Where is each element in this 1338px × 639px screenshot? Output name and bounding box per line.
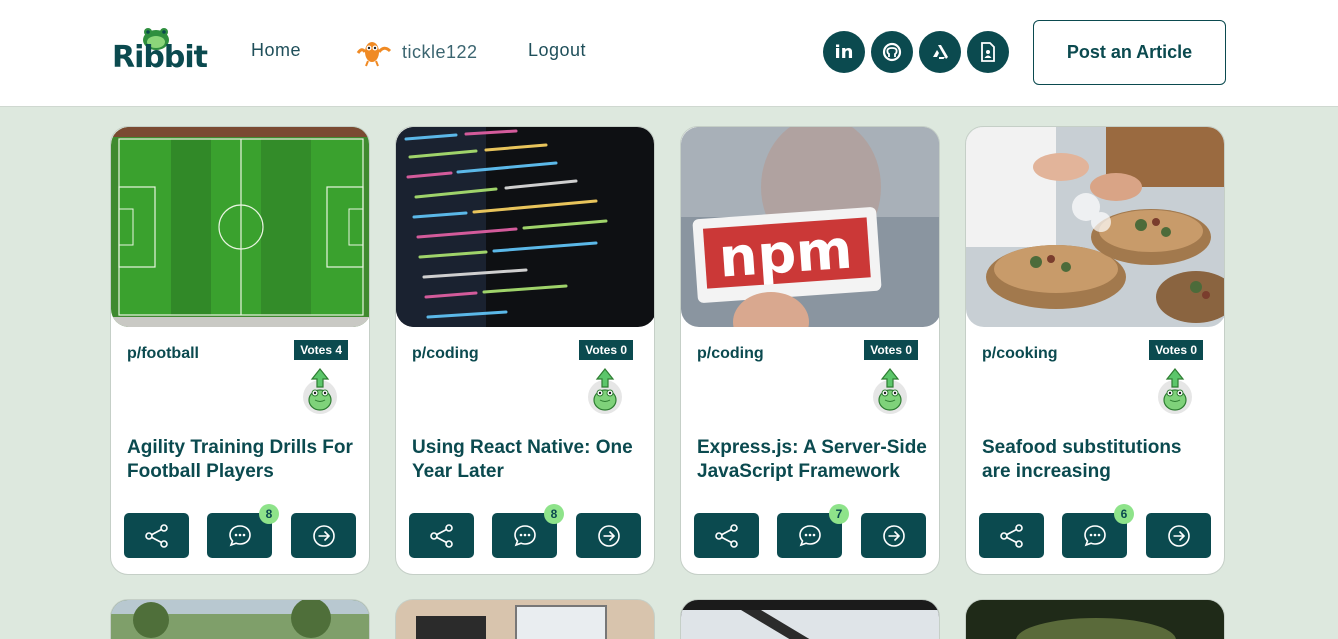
article-card: p/coding Votes 0 Using React Native: One… xyxy=(395,126,655,575)
football-pitch-image xyxy=(111,127,369,327)
artstation-icon xyxy=(933,45,948,59)
vote-count-badge: Votes 0 xyxy=(579,340,633,360)
article-image xyxy=(396,600,654,639)
artstation-button[interactable] xyxy=(919,31,961,73)
code-screen-image xyxy=(396,127,654,327)
share-button[interactable] xyxy=(124,513,189,558)
article-title[interactable]: Agility Training Drills For Football Pla… xyxy=(127,436,359,484)
open-article-button[interactable] xyxy=(576,513,641,558)
article-card-partial[interactable] xyxy=(680,599,940,639)
comment-count-badge: 8 xyxy=(259,504,279,524)
article-card: npm p/coding Votes 0 Express.js: A Serve… xyxy=(680,126,940,575)
frog-upvote-icon[interactable] xyxy=(1155,367,1195,415)
comments-button[interactable]: 8 xyxy=(207,504,279,558)
linkedin-icon: in xyxy=(834,41,854,63)
comments-button[interactable]: 6 xyxy=(1062,504,1134,558)
resume-button[interactable] xyxy=(967,31,1009,73)
article-title[interactable]: Express.js: A Server-Side JavaScript Fra… xyxy=(697,436,929,484)
comment-icon xyxy=(513,524,536,546)
card-subreddit[interactable]: p/coding xyxy=(697,345,764,363)
article-title[interactable]: Seafood substitutions are increasing xyxy=(982,436,1214,484)
logo-text: Ribbit xyxy=(112,40,208,75)
share-icon xyxy=(429,523,453,548)
github-icon xyxy=(882,42,902,62)
comment-count-badge: 6 xyxy=(1114,504,1134,524)
frog-upvote-icon[interactable] xyxy=(300,367,340,415)
article-card-partial[interactable] xyxy=(110,599,370,639)
frog-upvote-icon[interactable] xyxy=(870,367,910,415)
article-image[interactable] xyxy=(396,127,654,327)
share-icon xyxy=(714,523,738,548)
comment-icon xyxy=(1083,524,1106,546)
share-icon xyxy=(999,523,1023,548)
vote-count-badge: Votes 0 xyxy=(864,340,918,360)
article-title[interactable]: Using React Native: One Year Later xyxy=(412,436,644,484)
nav-home-link[interactable]: Home xyxy=(251,40,301,61)
user-avatar-icon xyxy=(356,42,392,67)
username-label: tickle122 xyxy=(402,41,478,62)
article-card: p/football Votes 4 Agility Training Dril… xyxy=(110,126,370,575)
share-button[interactable] xyxy=(409,513,474,558)
comment-count-badge: 7 xyxy=(829,504,849,524)
frog-upvote-icon[interactable] xyxy=(585,367,625,415)
npm-sticker-image: npm xyxy=(681,127,939,327)
open-article-button[interactable] xyxy=(291,513,356,558)
share-icon xyxy=(144,523,168,548)
comment-icon xyxy=(228,524,251,546)
open-article-button[interactable] xyxy=(861,513,926,558)
comments-button[interactable]: 7 xyxy=(777,504,849,558)
vote-count-badge: Votes 0 xyxy=(1149,340,1203,360)
card-subreddit[interactable]: p/football xyxy=(127,345,199,363)
resume-icon xyxy=(981,42,995,62)
post-article-button[interactable]: Post an Article xyxy=(1033,20,1226,85)
site-header: Ribbit Home tickle122 Logout in Post an … xyxy=(0,0,1338,107)
comment-icon xyxy=(798,524,821,546)
seafood-dish-image xyxy=(966,127,1224,327)
article-image xyxy=(111,600,369,639)
article-image[interactable] xyxy=(966,127,1224,327)
share-button[interactable] xyxy=(979,513,1044,558)
arrow-right-circle-icon xyxy=(312,524,335,547)
arrow-right-circle-icon xyxy=(597,524,620,547)
open-article-button[interactable] xyxy=(1146,513,1211,558)
article-card-partial[interactable] xyxy=(395,599,655,639)
comment-count-badge: 8 xyxy=(544,504,564,524)
article-image xyxy=(681,600,939,639)
arrow-right-circle-icon xyxy=(1167,524,1190,547)
card-subreddit[interactable]: p/coding xyxy=(412,345,479,363)
vote-count-badge: Votes 4 xyxy=(294,340,348,360)
nav-logout-link[interactable]: Logout xyxy=(528,40,586,61)
comments-button[interactable]: 8 xyxy=(492,504,564,558)
article-image xyxy=(966,600,1224,639)
nav-user-link[interactable]: tickle122 xyxy=(354,37,478,67)
linkedin-button[interactable]: in xyxy=(823,31,865,73)
logo[interactable]: Ribbit xyxy=(112,26,210,76)
article-image[interactable] xyxy=(111,127,369,327)
article-card: p/cooking Votes 0 Seafood substitutions … xyxy=(965,126,1225,575)
article-image[interactable]: npm xyxy=(681,127,939,327)
github-button[interactable] xyxy=(871,31,913,73)
share-button[interactable] xyxy=(694,513,759,558)
arrow-right-circle-icon xyxy=(882,524,905,547)
card-subreddit[interactable]: p/cooking xyxy=(982,345,1058,363)
npm-sign-text: npm xyxy=(717,218,854,290)
article-card-partial[interactable] xyxy=(965,599,1225,639)
